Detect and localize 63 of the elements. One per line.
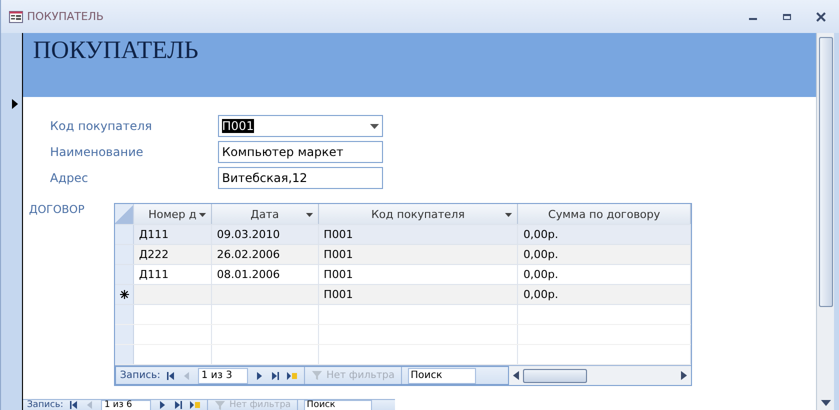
next-record-icon[interactable] (157, 400, 168, 410)
field-label: Адрес (50, 171, 90, 185)
search-field[interactable]: Поиск (408, 368, 476, 384)
field-value: Витебская,12 (222, 171, 308, 185)
subform-label: ДОГОВОР (29, 203, 86, 218)
table-cell: 08.01.2006 (216, 268, 280, 281)
first-record-icon[interactable] (69, 400, 80, 410)
form-icon (9, 10, 23, 22)
field-label: Код покупателя (50, 119, 153, 133)
table-cell: П001 (324, 228, 353, 241)
next-record-icon[interactable] (254, 370, 264, 380)
dropdown-arrow-icon[interactable] (370, 124, 379, 128)
new-record-icon[interactable] (286, 370, 298, 380)
current-record-icon (11, 99, 19, 109)
column-header[interactable]: Код покупателя (318, 204, 518, 224)
close-icon[interactable] (815, 12, 827, 22)
text-field[interactable]: Компьютер маркет (218, 141, 383, 163)
asterisk-icon (120, 290, 128, 299)
field-value: Компьютер маркет (222, 145, 344, 159)
dropdown-arrow-icon[interactable] (306, 213, 313, 217)
text-field[interactable]: Витебская,12 (218, 167, 383, 189)
table-row[interactable]: П001 0,00р. (115, 285, 691, 305)
table-cell: П001 (324, 288, 353, 301)
scroll-left-icon[interactable] (513, 371, 519, 380)
funnel-icon (311, 370, 324, 381)
row-selector[interactable] (115, 285, 134, 304)
last-record-icon[interactable] (270, 370, 280, 380)
search-field[interactable]: Поиск (304, 400, 372, 410)
record-position-field[interactable]: 1 из 6 (101, 400, 152, 410)
field-label: Наименование (50, 145, 144, 159)
table-cell: Д222 (139, 248, 169, 261)
column-header[interactable]: Номер д (134, 204, 212, 224)
table-cell: 26.02.2006 (216, 248, 280, 261)
combo-box[interactable]: П001 (218, 115, 383, 137)
record-label: Запись: (27, 400, 64, 410)
table-cell: П001 (324, 268, 353, 281)
first-record-icon[interactable] (166, 370, 176, 380)
table-cell: П001 (324, 248, 353, 261)
table-cell: 0,00р. (523, 288, 558, 301)
new-record-icon[interactable] (189, 400, 202, 410)
funnel-icon (214, 400, 226, 410)
table-row[interactable]: Д222 26.02.2006 П001 0,00р. (115, 245, 691, 265)
last-record-icon[interactable] (173, 400, 184, 410)
record-position-field[interactable]: 1 из 3 (198, 368, 248, 384)
table-row[interactable]: Д111 09.03.2010 П001 0,00р. (115, 225, 691, 245)
scroll-right-icon[interactable] (681, 371, 687, 380)
vertical-scrollbar[interactable] (816, 33, 834, 410)
table-cell: 0,00р. (523, 248, 558, 261)
horizontal-scrollbar[interactable] (509, 366, 691, 385)
column-header[interactable]: Дата (212, 204, 319, 224)
column-header[interactable]: Сумма по договору (518, 204, 691, 224)
record-label: Запись: (120, 370, 160, 381)
dropdown-arrow-icon[interactable] (505, 213, 512, 217)
table-cell: 0,00р. (523, 268, 558, 281)
form-title: ПОКУПАТЕЛЬ (33, 37, 198, 64)
table-cell: Д111 (139, 268, 169, 281)
table-cell: 09.03.2010 (216, 228, 280, 241)
scroll-down-icon[interactable] (820, 400, 830, 406)
table-cell: Д111 (139, 228, 169, 241)
field-value: П001 (222, 119, 254, 133)
window-title: ПОКУПАТЕЛЬ (27, 10, 104, 23)
table-cell: 0,00р. (523, 228, 558, 241)
dropdown-arrow-icon[interactable] (198, 213, 206, 217)
